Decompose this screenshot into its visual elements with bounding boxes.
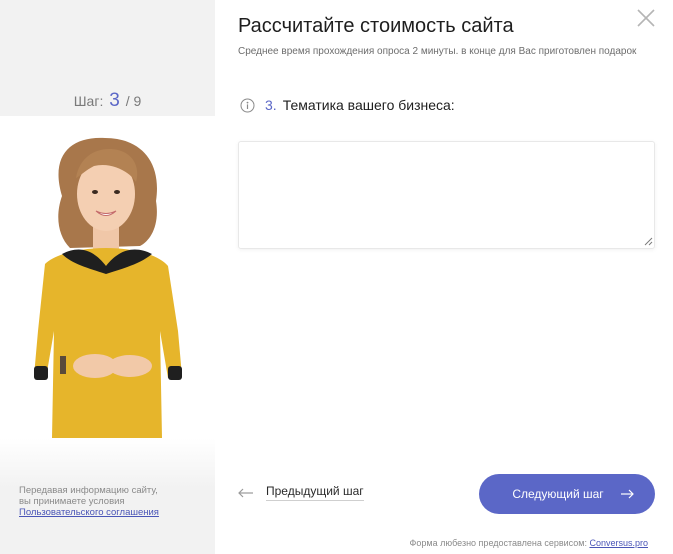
resize-handle-icon[interactable] (644, 237, 653, 246)
step-total: 9 (133, 93, 142, 109)
step-separator: / (125, 93, 130, 109)
consent-line-1: Передавая информацию сайту, (19, 485, 158, 496)
arrow-right-icon (620, 489, 634, 499)
step-current: 3 (109, 90, 120, 111)
footer-text: Форма любезно предоставлена сервисом: (409, 538, 587, 548)
photo-fade (0, 438, 215, 488)
info-icon[interactable] (240, 98, 255, 113)
answer-textarea[interactable] (238, 141, 655, 249)
step-label: Шаг: (73, 93, 104, 109)
next-step-label: Следующий шаг (512, 487, 604, 501)
previous-step-button[interactable]: Предыдущий шаг (238, 484, 364, 501)
consultant-photo (0, 116, 215, 438)
previous-step-label: Предыдущий шаг (266, 484, 364, 501)
conversus-link[interactable]: Conversus.pro (589, 538, 648, 548)
user-agreement-link[interactable]: Пользовательского соглашения (19, 507, 199, 518)
question-heading: 3. Тематика вашего бизнеса: (240, 97, 455, 113)
close-icon (637, 9, 655, 27)
question-number: 3. (265, 97, 277, 113)
next-step-button[interactable]: Следующий шаг (479, 474, 655, 514)
footer-credit: Форма любезно предоставлена сервисом: Co… (410, 538, 648, 548)
step-counter: Шаг: 3 / 9 (0, 90, 215, 112)
consent-note: Передавая информацию сайту, вы принимает… (19, 485, 199, 518)
question-text: Тематика вашего бизнеса: (282, 97, 455, 113)
close-button[interactable] (635, 7, 657, 29)
consent-line-2: вы принимаете условия (19, 496, 125, 507)
consultant-illustration (34, 137, 182, 438)
page-subtitle: Среднее время прохождения опроса 2 минут… (238, 46, 637, 57)
arrow-left-icon (238, 488, 253, 497)
page-title: Рассчитайте стоимость сайта (238, 15, 514, 37)
